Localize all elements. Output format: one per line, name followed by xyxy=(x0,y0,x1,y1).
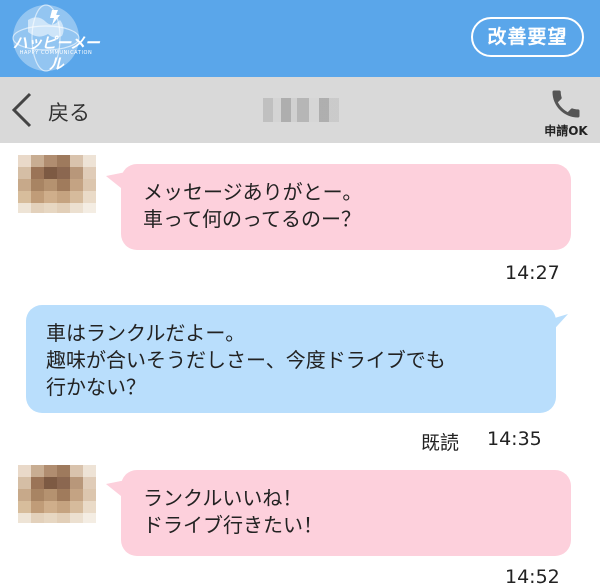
back-label: 戻る xyxy=(48,101,90,125)
message-time: 14:35 xyxy=(487,428,542,450)
message-text-line: ドライブ行きたい！ xyxy=(143,513,323,537)
message-time: 14:52 xyxy=(505,566,560,588)
message-text-line: 車はランクルだよー。 xyxy=(46,321,246,345)
improvement-request-button[interactable]: 改善要望 xyxy=(471,17,584,57)
happymail-logo[interactable]: ハッピーメール HAPPY COMMUNICATION xyxy=(6,4,100,73)
app-header: ハッピーメール HAPPY COMMUNICATION 改善要望 xyxy=(0,0,600,77)
message-text-line: 趣味が合いそうだしさー、今度ドライブでも xyxy=(46,348,446,372)
call-status-label: 申請OK xyxy=(544,124,588,138)
message-text-line: ランクルいいね！ xyxy=(143,486,303,510)
phone-icon xyxy=(552,90,580,118)
message-text-line: 行かない？ xyxy=(46,375,146,399)
message-text-line: 車って何のってるのー？ xyxy=(143,207,361,231)
read-receipt: 既読 xyxy=(421,432,460,454)
message-bubble-incoming[interactable]: メッセージありがとー。 車って何のってるのー？ xyxy=(121,164,571,250)
message-bubble-incoming[interactable]: ランクルいいね！ ドライブ行きたい！ xyxy=(121,470,571,556)
conversation-navbar: 戻る 申請OK xyxy=(0,77,600,143)
partner-avatar[interactable] xyxy=(18,155,96,213)
message-time: 14:27 xyxy=(505,262,560,284)
logo-subtext: HAPPY COMMUNICATION xyxy=(19,50,93,56)
message-text-line: メッセージありがとー。 xyxy=(143,180,363,204)
partner-avatar[interactable] xyxy=(18,465,96,523)
call-request-button[interactable]: 申請OK xyxy=(538,82,594,142)
partner-nickname xyxy=(263,98,339,122)
message-bubble-outgoing[interactable]: 車はランクルだよー。 趣味が合いそうだしさー、今度ドライブでも 行かない？ xyxy=(26,305,556,413)
chevron-left-icon xyxy=(11,92,32,128)
